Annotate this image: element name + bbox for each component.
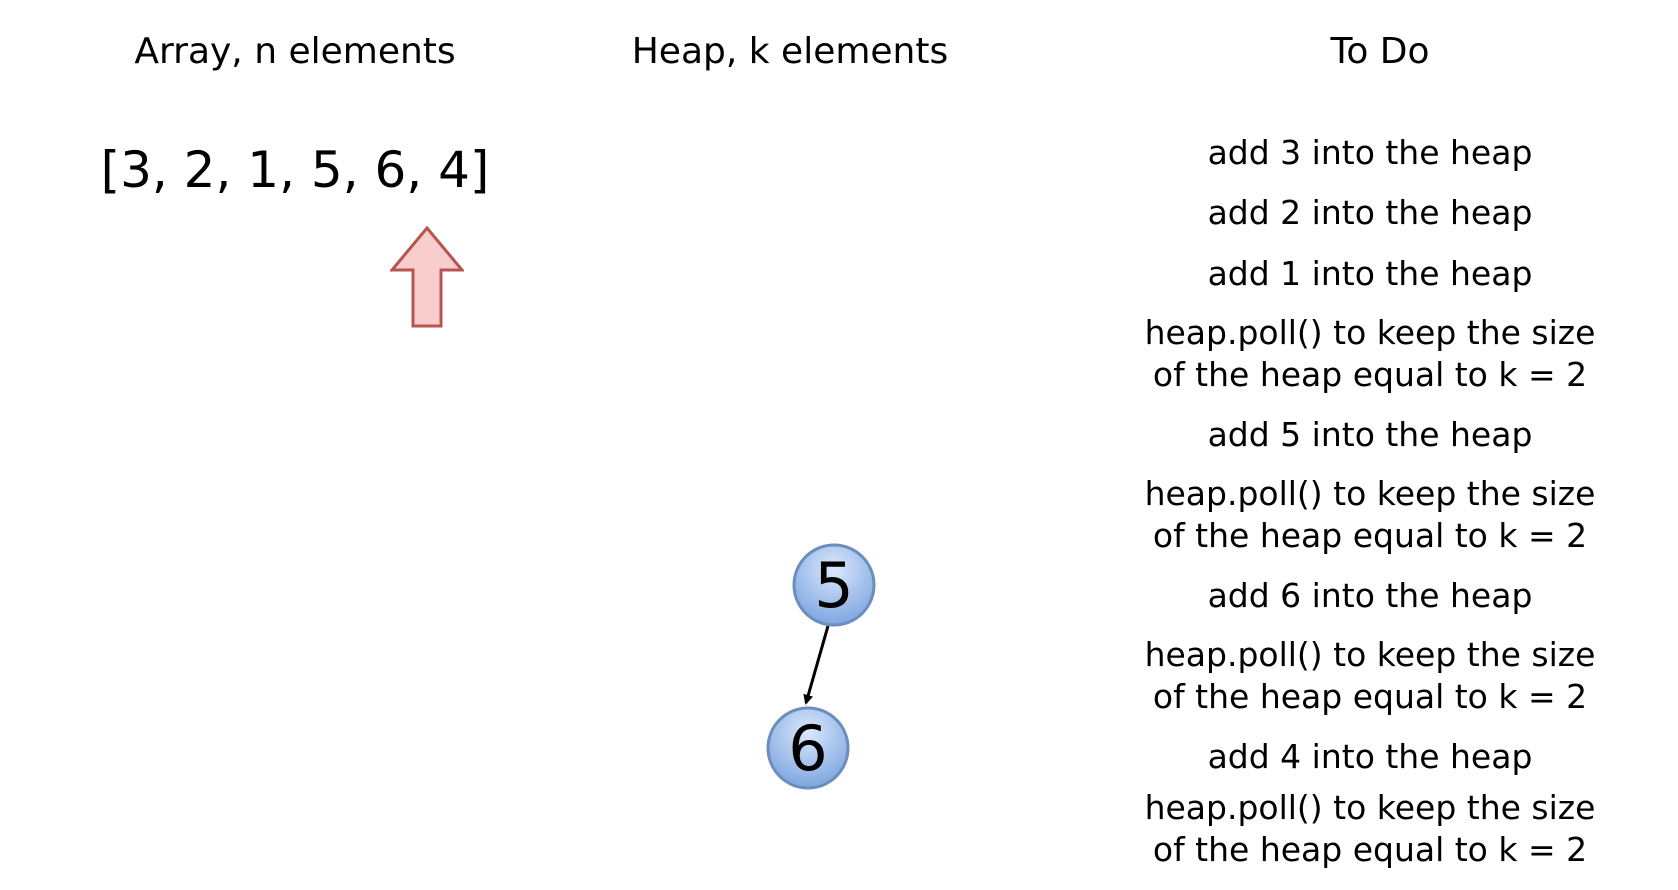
todo-step: heap.poll() to keep the size of the heap… (1144, 313, 1596, 394)
todo-step: add 2 into the heap (1207, 193, 1533, 232)
todo-step: add 1 into the heap (1207, 254, 1533, 293)
todo-step: add 6 into the heap (1207, 576, 1533, 615)
heap-edge (803, 625, 830, 705)
heap-node-value: 5 (814, 549, 853, 622)
heap-node-child: 6 (766, 706, 850, 790)
todo-step: add 3 into the heap (1207, 133, 1533, 172)
heap-node-value: 6 (788, 712, 827, 785)
todo-list: add 3 into the heap add 2 into the heap … (1080, 0, 1660, 890)
todo-step: heap.poll() to keep the size of the heap… (1144, 474, 1596, 555)
heap-node-root: 5 (792, 543, 876, 627)
todo-step: heap.poll() to keep the size of the heap… (1144, 635, 1596, 716)
heap-tree: 5 6 (766, 543, 876, 790)
todo-step: add 4 into the heap (1207, 737, 1533, 776)
todo-step: heap.poll() to keep the size of the heap… (1144, 788, 1596, 869)
todo-step: add 5 into the heap (1207, 415, 1533, 454)
